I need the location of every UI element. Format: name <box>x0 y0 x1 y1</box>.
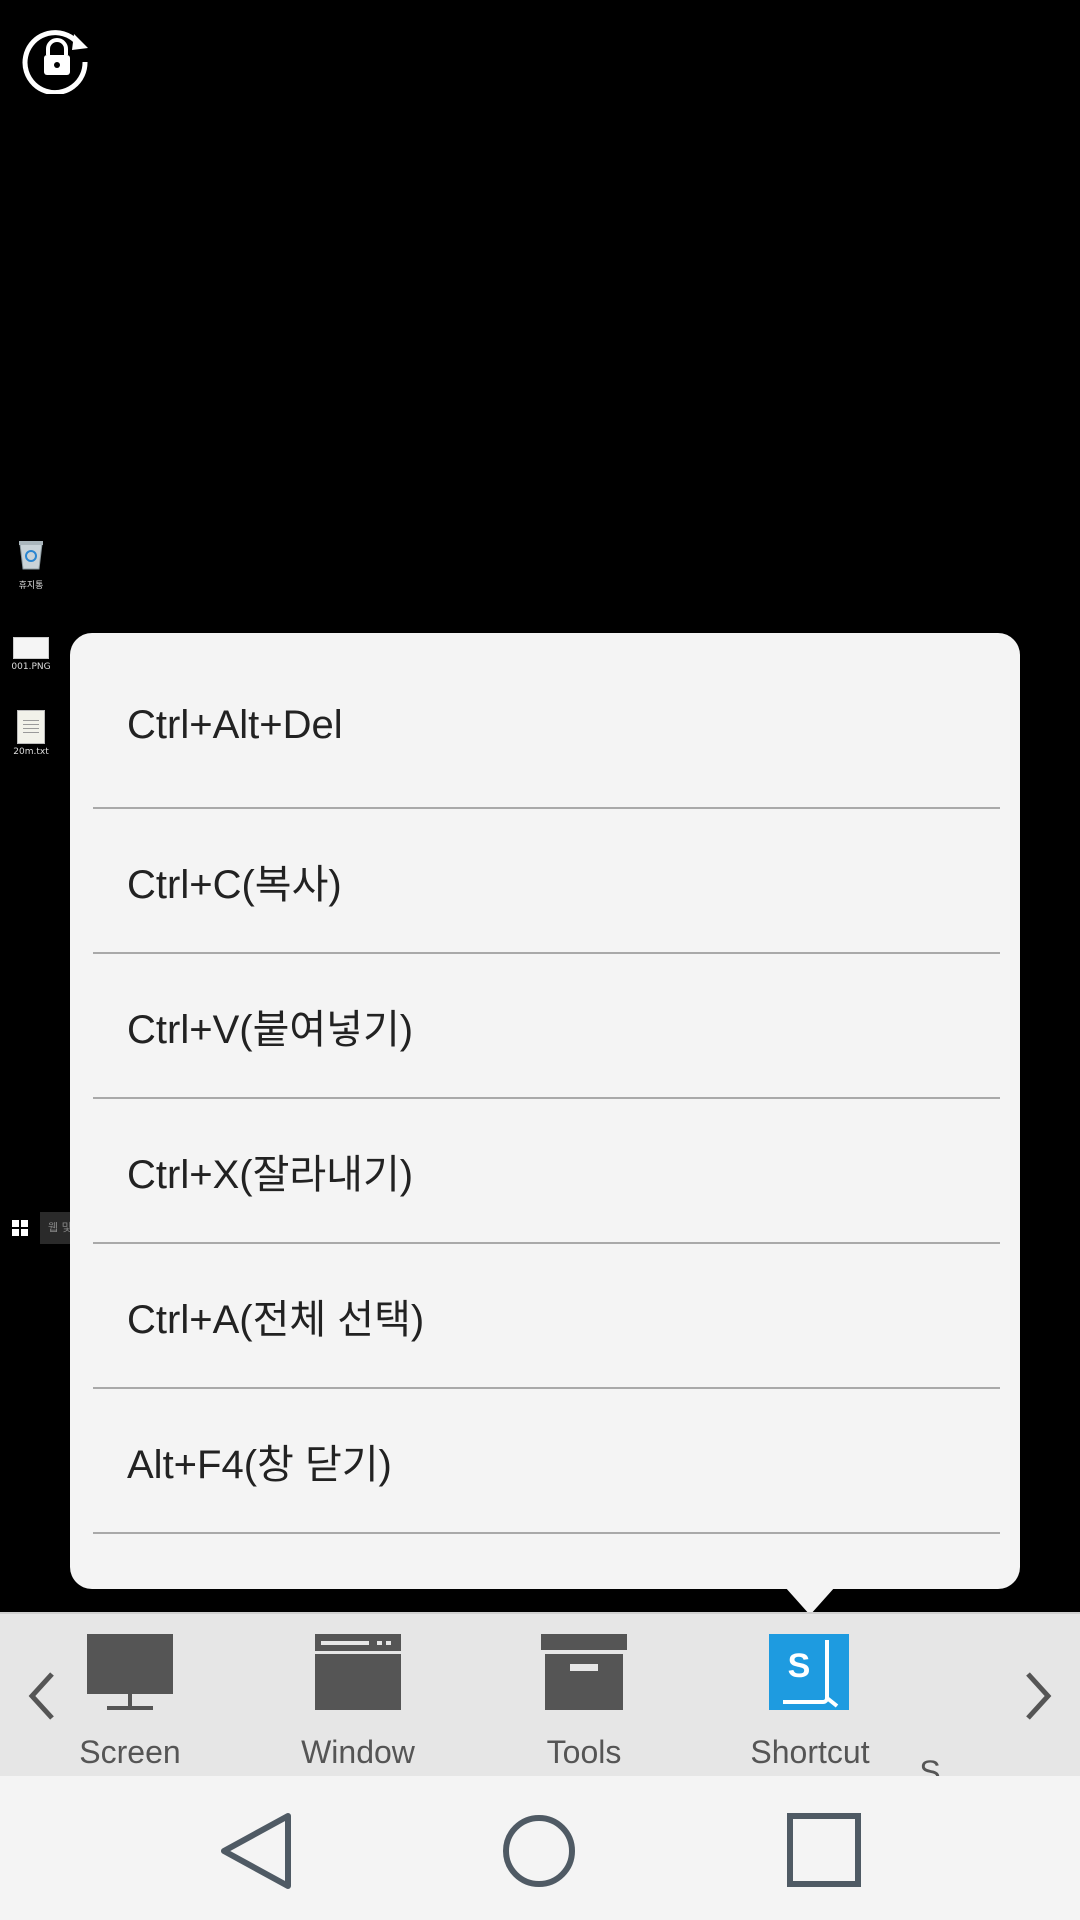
desktop-icon-label: 휴지통 <box>18 581 44 591</box>
desktop-icon-png-file[interactable]: 001.PNG <box>8 637 54 672</box>
monitor-icon <box>87 1634 173 1710</box>
shortcut-icon: S <box>769 1634 849 1710</box>
window-icon <box>315 1634 401 1710</box>
shortcut-item-ctrl-alt-del[interactable]: Ctrl+Alt+Del <box>93 633 1000 809</box>
android-navigation-bar <box>0 1776 1080 1920</box>
recycle-bin-icon <box>19 541 43 570</box>
popup-pointer <box>785 1587 835 1615</box>
desktop-icon-recycle-bin[interactable]: 휴지통 <box>8 538 54 591</box>
rotation-lock-icon[interactable] <box>22 24 92 94</box>
toolbar-label: Tools <box>546 1734 622 1770</box>
shortcut-popup-menu: Ctrl+Alt+Del Ctrl+C(복사) Ctrl+V(붙여넣기) Ctr… <box>70 633 1020 1589</box>
shortcut-item-close-window[interactable]: Alt+F4(창 닫기) <box>93 1389 1000 1534</box>
desktop-icon-label: 20m.txt <box>13 747 49 757</box>
toolbox-icon <box>541 1634 627 1710</box>
image-file-icon <box>13 637 49 659</box>
back-icon[interactable] <box>210 1806 300 1896</box>
chevron-right-icon[interactable] <box>1018 1666 1058 1726</box>
shortcut-list: Ctrl+Alt+Del Ctrl+C(복사) Ctrl+V(붙여넣기) Ctr… <box>93 633 1000 1534</box>
shortcut-item-cut[interactable]: Ctrl+X(잘라내기) <box>93 1099 1000 1244</box>
text-file-icon <box>17 710 45 744</box>
svg-text:S: S <box>788 1647 811 1685</box>
bottom-toolbar: Screen Window Tools S Shortcut S <box>0 1612 1080 1776</box>
toolbar-label: Shortcut <box>750 1734 870 1770</box>
toolbar-item-tools[interactable]: Tools <box>494 1634 674 1771</box>
toolbar-item-window[interactable]: Window <box>268 1634 448 1771</box>
toolbar-item-partial[interactable]: S <box>900 1634 960 1776</box>
desktop-icon-text-file[interactable]: 20m.txt <box>8 710 54 757</box>
toolbar-item-shortcut[interactable]: S Shortcut <box>720 1634 900 1771</box>
windows-start-icon[interactable] <box>12 1220 28 1236</box>
recent-apps-icon[interactable] <box>780 1806 870 1896</box>
toolbar-label: Screen <box>79 1734 181 1770</box>
toolbar-item-screen[interactable]: Screen <box>40 1634 220 1771</box>
toolbar-label: S <box>919 1754 941 1776</box>
shortcut-item-paste[interactable]: Ctrl+V(붙여넣기) <box>93 954 1000 1099</box>
toolbar-label: Window <box>301 1734 415 1770</box>
desktop-icon-label: 001.PNG <box>11 662 51 672</box>
shortcut-item-copy[interactable]: Ctrl+C(복사) <box>93 809 1000 954</box>
home-icon[interactable] <box>494 1806 584 1896</box>
shortcut-item-select-all[interactable]: Ctrl+A(전체 선택) <box>93 1244 1000 1389</box>
